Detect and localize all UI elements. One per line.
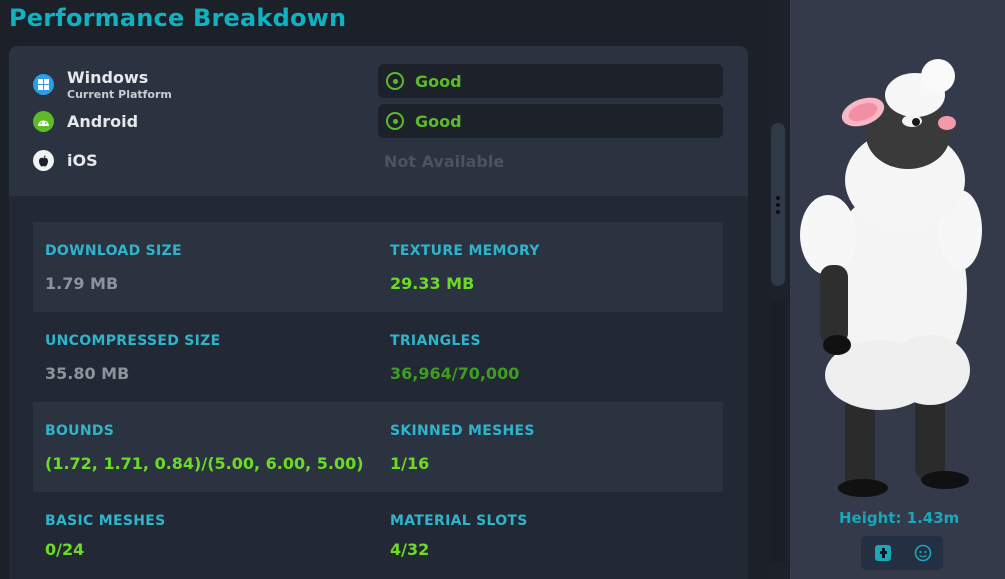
bounds-label: BOUNDS — [45, 423, 115, 439]
download-size-value: 1.79 MB — [45, 274, 119, 293]
status-good-icon — [386, 72, 404, 90]
platform-section: Windows Current Platform Good Android Go… — [9, 46, 748, 196]
avatar-preview-image — [800, 59, 982, 497]
page-title: Performance Breakdown — [9, 4, 347, 32]
status-good-icon — [386, 112, 404, 130]
splitter-grip-icon[interactable] — [776, 210, 780, 214]
windows-icon — [33, 74, 54, 95]
material-slots-value: 4/32 — [390, 540, 430, 559]
bounds-value: (1.72, 1.71, 0.84)/(5.00, 6.00, 5.00) — [45, 454, 364, 473]
status-text-ios: Not Available — [384, 152, 505, 171]
texture-memory-value: 29.33 MB — [390, 274, 475, 293]
platform-name-ios: iOS — [67, 151, 98, 170]
avatar-height-label: Height: 1.43m — [839, 509, 960, 527]
platform-row-android: Android — [33, 111, 138, 132]
triangles-value: 36,964/70,000 — [390, 364, 520, 383]
stat-row: BOUNDS (1.72, 1.71, 0.84)/(5.00, 6.00, 5… — [33, 402, 723, 492]
skinned-meshes-value: 1/16 — [390, 454, 430, 473]
splitter-grip-icon[interactable] — [776, 196, 780, 200]
stats-section: DOWNLOAD SIZE 1.79 MB TEXTURE MEMORY 29.… — [9, 196, 748, 579]
status-text-windows: Good — [415, 71, 462, 91]
download-size-label: DOWNLOAD SIZE — [45, 243, 182, 259]
status-android: Good — [378, 104, 723, 138]
material-slots-label: MATERIAL SLOTS — [390, 513, 528, 529]
body-icon — [875, 545, 891, 561]
status-windows: Good — [378, 64, 723, 98]
face-icon — [914, 544, 932, 562]
android-icon — [33, 111, 54, 132]
status-text-android: Good — [415, 111, 462, 131]
stat-row: DOWNLOAD SIZE 1.79 MB TEXTURE MEMORY 29.… — [33, 222, 723, 312]
skinned-meshes-label: SKINNED MESHES — [390, 423, 535, 439]
apple-icon — [33, 150, 54, 171]
splitter-grip-icon[interactable] — [776, 203, 780, 207]
uncompressed-size-label: UNCOMPRESSED SIZE — [45, 333, 221, 349]
view-toggle — [861, 536, 943, 570]
scrollbar-lower-track — [771, 300, 785, 562]
basic-meshes-label: BASIC MESHES — [45, 513, 166, 529]
platform-row-windows: Windows Current Platform — [33, 68, 172, 101]
head-view-button[interactable] — [905, 540, 941, 566]
platform-name-android: Android — [67, 112, 139, 131]
stat-row: UNCOMPRESSED SIZE 35.80 MB TRIANGLES 36,… — [33, 312, 723, 402]
basic-meshes-value: 0/24 — [45, 540, 85, 559]
platform-row-ios: iOS — [33, 150, 98, 171]
platform-sub-windows: Current Platform — [67, 88, 172, 101]
stat-row: BASIC MESHES 0/24 MATERIAL SLOTS 4/32 — [33, 492, 723, 579]
triangles-label: TRIANGLES — [390, 333, 481, 349]
fullbody-view-button[interactable] — [865, 540, 901, 566]
texture-memory-label: TEXTURE MEMORY — [390, 243, 540, 259]
platform-name-windows: Windows — [67, 68, 149, 87]
avatar-preview-panel[interactable] — [790, 0, 1005, 579]
uncompressed-size-value: 35.80 MB — [45, 364, 130, 383]
